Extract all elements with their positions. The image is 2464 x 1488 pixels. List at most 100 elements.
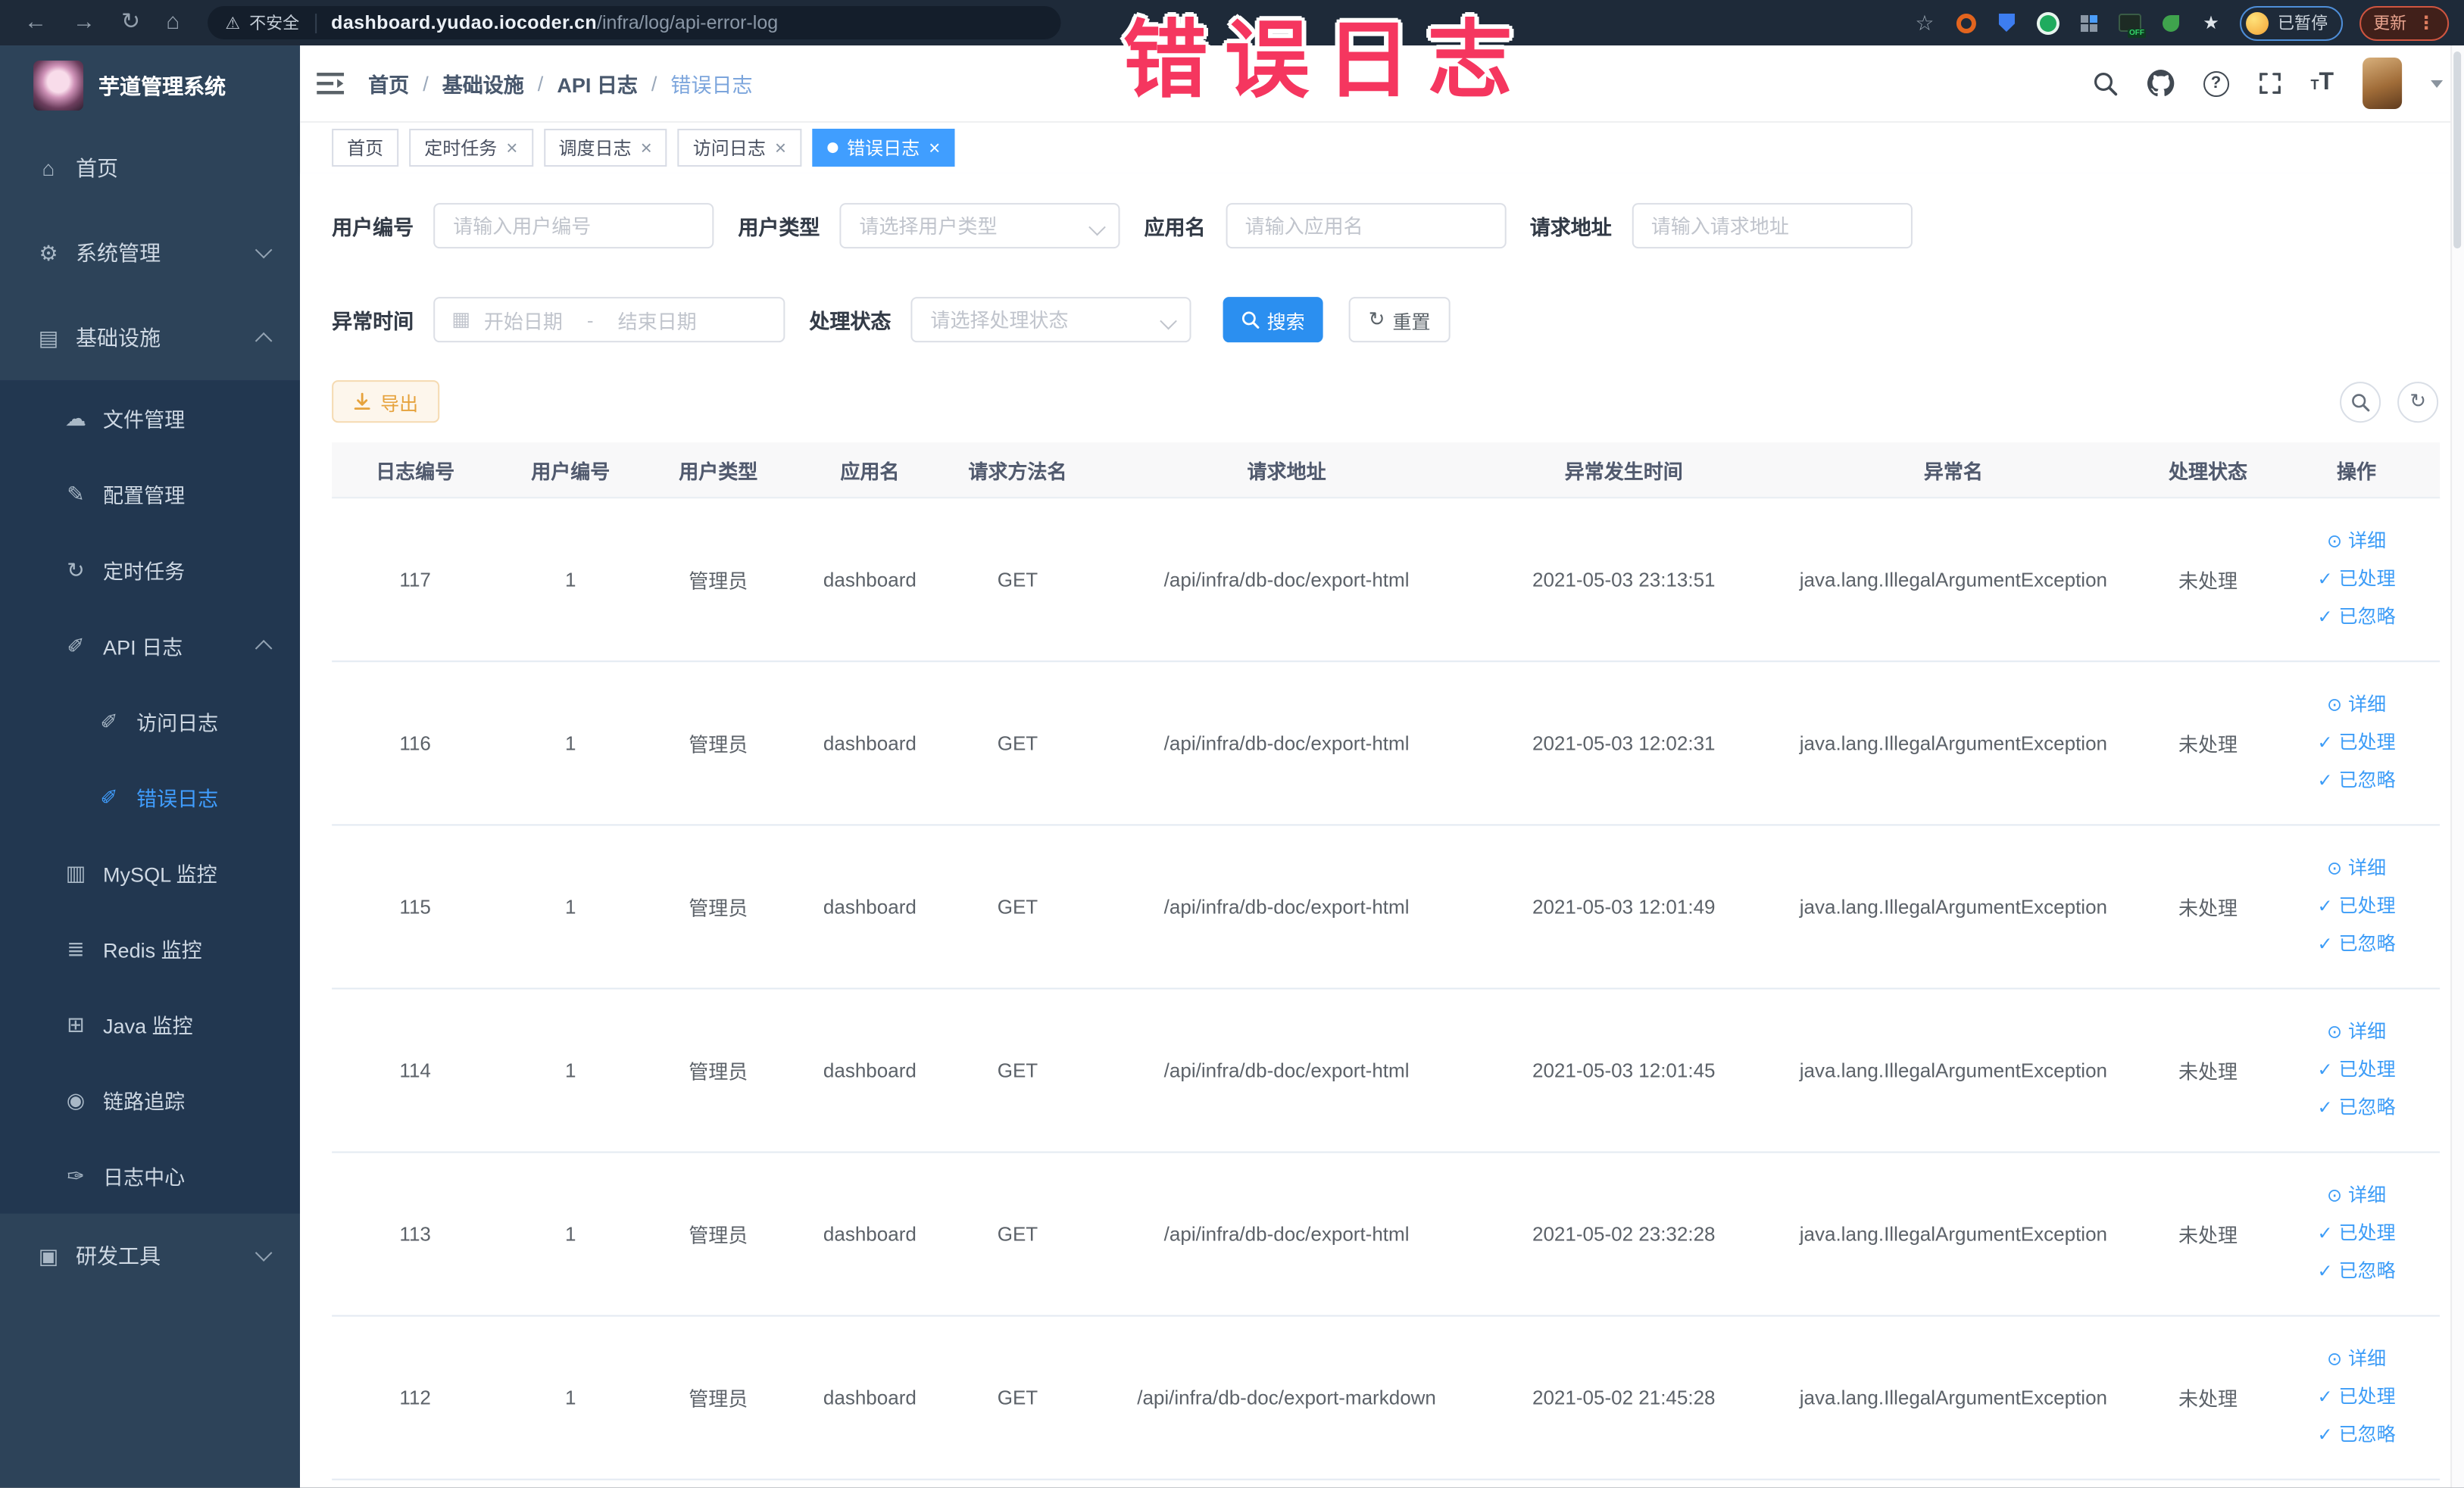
cell-url: /api/infra/db-doc/export-html [1163,1222,1410,1246]
sidebar-item[interactable]: ▣ 研发工具 [0,1214,300,1299]
column-header: 请求方法名 [968,460,1067,483]
sidebar-item[interactable]: ✑ 日志中心 [0,1138,300,1214]
forward-arrow-icon[interactable]: → [73,0,95,45]
action-link[interactable]: ⊙ 详细 [2327,1344,2386,1376]
sidebar-item[interactable]: ⌂ 首页 [0,126,300,211]
action-link[interactable]: ✓ 已忽略 [2317,1093,2395,1125]
breadcrumb-item[interactable]: 基础设施 [442,68,524,98]
sidebar-item[interactable]: ≣ Redis 监控 [0,910,300,986]
sidebar-toggle-icon[interactable] [311,65,350,101]
action-link[interactable]: ✓ 已处理 [2317,1382,2395,1414]
search-toggle-button[interactable] [2340,381,2381,423]
tab-item[interactable]: 首页 [332,129,399,167]
sidebar-item[interactable]: ✐ 访问日志 [0,683,300,759]
refresh-button[interactable]: ↻ [2397,381,2439,423]
browser-update-button[interactable]: 更新 ⋮ [2359,5,2450,41]
tab-item[interactable]: 定时任务 × [409,129,533,167]
white-star-extension-icon[interactable] [2199,11,2223,35]
back-arrow-icon[interactable]: ← [24,0,47,45]
bookmark-star-icon[interactable] [1913,11,1937,35]
cell-app-name: dashboard [823,1386,917,1409]
action-link[interactable]: ⊙ 详细 [2327,853,2386,884]
close-icon[interactable]: × [929,138,940,158]
action-link[interactable]: ✓ 已忽略 [2317,1420,2395,1452]
blue-shield-extension-icon[interactable] [1994,11,2019,35]
filter-input[interactable] [1225,203,1506,249]
tab-item[interactable]: 调度日志 × [543,129,667,167]
action-link[interactable]: ✓ 已忽略 [2317,928,2395,960]
search-button[interactable]: 搜索 [1223,297,1323,343]
action-link[interactable]: ✓ 已忽略 [2317,601,2395,633]
green-leaf-extension-icon[interactable] [2158,11,2182,35]
switch-off-extension-icon[interactable] [2117,11,2146,39]
cell-method: GET [997,568,1038,591]
filter-input[interactable] [433,203,714,249]
avatar[interactable] [2363,58,2403,110]
filter-field: 请求地址 [1530,203,1912,249]
action-link[interactable]: ✓ 已处理 [2317,1054,2395,1086]
sidebar-item[interactable]: ↻ 定时任务 [0,532,300,607]
profile-paused-chip[interactable]: 已暂停 [2240,5,2344,41]
cell-log-id: 115 [399,895,431,919]
sidebar-item[interactable]: ◉ 链路追踪 [0,1062,300,1137]
browser-extensions-area: 已暂停 更新 ⋮ [1913,5,2464,41]
filter-field: 应用名 [1145,203,1506,249]
sidebar-item[interactable]: ⊞ Java 监控 [0,986,300,1062]
home-icon[interactable]: ⌂ [166,0,180,45]
app-logo-row[interactable]: 芋道管理系统 [0,45,300,126]
filter-input[interactable] [1631,203,1912,249]
chevron-down-icon[interactable] [2431,80,2444,88]
sidebar-item[interactable]: ✐ API 日志 [0,607,300,683]
breadcrumb-item[interactable]: API 日志 [557,68,638,98]
action-link[interactable]: ✓ 已处理 [2317,727,2395,759]
address-bar[interactable]: ⚠ 不安全 dashboard.yudao.iocoder.cn/infra/l… [207,6,1060,40]
action-link[interactable]: ⊙ 详细 [2327,526,2386,557]
sidebar-item[interactable]: ▤ 基础设施 [0,295,300,380]
close-icon[interactable]: × [506,138,517,158]
sidebar-item[interactable]: ✎ 配置管理 [0,456,300,532]
tab-item[interactable]: 访问日志 × [677,129,802,167]
filter-select[interactable] [839,203,1120,249]
github-icon[interactable] [2147,70,2174,97]
tab-label: 访问日志 [692,138,766,160]
scrollbar-thumb[interactable] [2453,51,2462,249]
orange-ring-extension-icon[interactable] [1953,11,1978,35]
sidebar-item[interactable]: ▥ MySQL 监控 [0,834,300,910]
scrollbar-track[interactable] [2450,45,2464,1488]
grid-extension-icon[interactable] [2076,11,2100,35]
status-select[interactable] [910,297,1191,343]
date-range-picker[interactable]: ▦ 开始日期 - 结束日期 [433,297,785,343]
sidebar-item[interactable]: ☁ 文件管理 [0,380,300,456]
refresh-icon: ↻ [2409,389,2427,413]
action-link[interactable]: ✓ 已处理 [2317,1218,2395,1250]
filter-label: 用户编号 [332,217,414,240]
action-link[interactable]: ✓ 已忽略 [2317,1256,2395,1288]
column-header: 用户类型 [679,460,758,483]
action-link[interactable]: ✓ 已处理 [2317,891,2395,922]
green-badge-extension-icon[interactable] [2035,11,2060,35]
search-icon[interactable] [2092,70,2118,96]
action-link[interactable]: ✓ 已忽略 [2317,765,2395,797]
java-icon: ⊞ [67,1011,85,1036]
close-icon[interactable]: × [775,138,786,158]
reload-icon[interactable]: ↻ [121,0,140,45]
action-link[interactable]: ⊙ 详细 [2327,689,2386,721]
tab-item[interactable]: 错误日志 × [812,129,956,167]
action-link[interactable]: ⊙ 详细 [2327,1016,2386,1048]
export-button[interactable]: 导出 [332,380,440,423]
fullscreen-icon[interactable] [2257,71,2281,95]
help-icon[interactable]: ? [2203,70,2229,97]
sidebar-item[interactable]: ✐ 错误日志 [0,759,300,834]
sidebar-submenu: ☁ 文件管理 ✎ 配置管理 ↻ 定时任务 ✐ API 日志 ✐ 访问日志 ✐ 错误日志 ▥ MySQL 监… [0,380,301,1214]
sidebar-item[interactable]: ⚙ 系统管理 [0,211,300,295]
action-link[interactable]: ✓ 已处理 [2317,563,2395,595]
screenshot-viewport: ← → ↻ ⌂ ⚠ 不安全 dashboard.yudao.iocoder.cn/in… [0,0,2464,1488]
action-link[interactable]: ⊙ 详细 [2327,1181,2386,1212]
breadcrumb-item[interactable]: 首页 [368,68,409,98]
reset-button[interactable]: ↻ 重置 [1348,297,1451,343]
close-icon[interactable]: × [641,138,652,158]
status-select-input[interactable] [910,297,1191,343]
app-shell: 芋道管理系统 ⌂ 首页 ⚙ 系统管理 ▤ 基础设施 ☁ 文件管理 ✎ 配置管理 ↻ 定时任务 ✐ API … [0,45,2464,1488]
select-input[interactable] [839,203,1120,249]
text-size-icon[interactable]: TT [2311,70,2334,95]
